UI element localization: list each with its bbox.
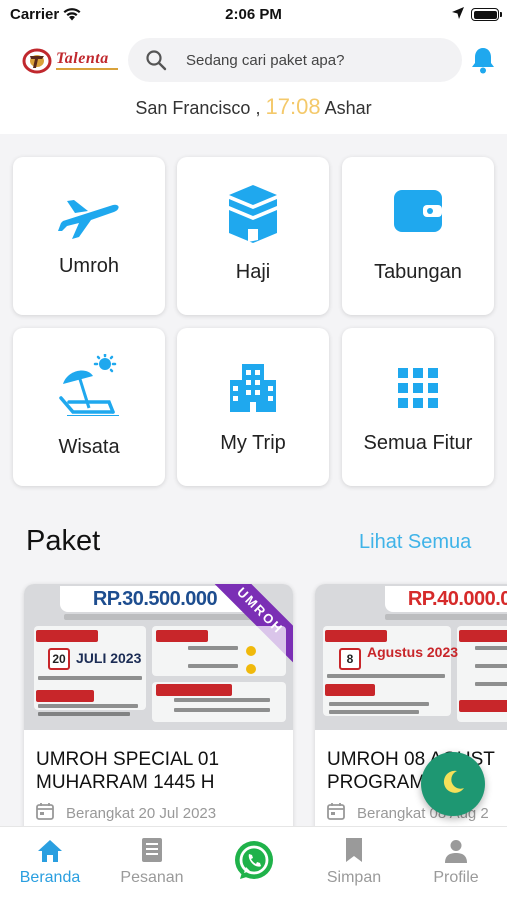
menu-label: Semua Fitur [363,432,473,454]
banner-tag [459,700,507,712]
banner-tag [36,630,98,642]
package-banner: RP.40.000.000 8 Agustus 2023 [315,584,507,730]
beach-icon [13,354,165,416]
receipt-icon [102,835,202,863]
battery-icon [471,8,502,21]
prayer-name: Ashar [324,98,372,118]
banner-text [174,708,270,712]
section-title: Paket [26,525,101,557]
nav-label: Pesanan [120,869,184,886]
nav-pesanan[interactable]: Pesanan [102,835,202,887]
logo-underline [56,68,118,70]
package-price: RP.40.000.000 [385,586,507,612]
star-badge [246,646,256,656]
menu-label: Umroh [58,255,119,277]
moon-icon [439,768,467,801]
menu-my-trip[interactable]: My Trip [177,328,329,486]
nav-profile[interactable]: Profile [406,835,506,887]
banner-tag [325,630,387,642]
search-bar[interactable] [128,38,462,82]
departure-text: Berangkat 20 Jul 2023 [66,804,217,822]
menu-label: Tabungan [374,261,462,283]
banner-text [475,646,507,650]
talenta-logo[interactable]: Talenta [22,48,120,76]
home-icon [0,835,100,863]
banner-tag [156,684,232,696]
banner-date-month: Agustus 2023 [367,644,459,660]
banner-date-month: JULI 2023 [76,650,142,666]
airplane-icon [13,195,165,241]
calendar-icon [36,802,54,824]
banner-text [38,704,138,708]
menu-umroh[interactable]: Umroh [13,157,165,315]
banner-date-day: 20 [48,648,70,670]
bell-icon[interactable] [470,46,496,79]
bookmark-icon [304,835,404,863]
banner-text [38,676,142,680]
package-card[interactable]: RP.30.500.000 UMROH 20 JULI 2023 UMROH S… [24,584,293,844]
clock: 2:06 PM [225,6,282,23]
banner-text [329,702,429,706]
wallet-icon [342,189,494,233]
search-icon [144,48,168,77]
menu-label: Haji [235,261,271,283]
app-header: Talenta San Francisco , 17:08 Ashar [0,30,507,134]
banner-tag [325,684,375,696]
nav-label: Beranda [19,869,81,886]
banner-text [329,710,419,714]
banner-subline [64,614,254,620]
menu-semua-fitur[interactable]: Semua Fitur [342,328,494,486]
see-all-link[interactable]: Lihat Semua [359,531,471,554]
menu-haji[interactable]: Haji [177,157,329,315]
banner-text [38,712,130,716]
banner-text [188,646,238,650]
logo-text: Talenta [56,50,109,67]
status-bar: Carrier 2:06 PM [0,0,507,30]
package-card[interactable]: RP.40.000.000 8 Agustus 2023 UMROH 08 AG… [315,584,507,844]
banner-text [475,664,507,668]
prayer-city: San Francisco [135,98,251,118]
prayer-time-bar: San Francisco , 17:08 Ashar [0,94,507,120]
banner-text [327,674,445,678]
building-icon [177,364,329,412]
calendar-icon [327,802,345,824]
nav-beranda[interactable]: Beranda [0,835,100,887]
banner-tag [459,630,507,642]
night-mode-button[interactable] [421,752,485,816]
menu-tabungan[interactable]: Tabungan [342,157,494,315]
nav-label: Simpan [326,869,382,886]
banner-text [188,664,238,668]
nav-simpan[interactable]: Simpan [304,835,404,887]
nav-label: Profile [433,869,479,886]
banner-text [475,682,507,686]
star-badge [246,664,256,674]
prayer-time: 17:08 [265,94,321,119]
whatsapp-icon [232,841,276,887]
search-input[interactable] [186,38,446,82]
banner-subline [385,614,507,620]
prayer-separator: , [255,98,261,118]
banner-text [174,698,270,702]
location-arrow-icon [451,6,465,25]
package-title: UMROH SPECIAL 01 MUHARRAM 1445 H [36,749,220,793]
bottom-nav: Beranda Pesanan Simpan Profile [0,826,507,900]
grid-icon [342,368,494,408]
nav-whatsapp[interactable] [232,839,276,883]
menu-wisata[interactable]: Wisata [13,328,165,486]
menu-label: My Trip [220,432,286,454]
package-banner: RP.30.500.000 UMROH 20 JULI 2023 [24,584,293,730]
banner-tag [156,630,208,642]
person-icon [406,835,506,863]
banner-date-day: 8 [339,648,361,670]
kaaba-icon [177,183,329,245]
menu-label: Wisata [58,436,120,458]
banner-tag [36,690,94,702]
package-departure: Berangkat 20 Jul 2023 [36,802,216,824]
